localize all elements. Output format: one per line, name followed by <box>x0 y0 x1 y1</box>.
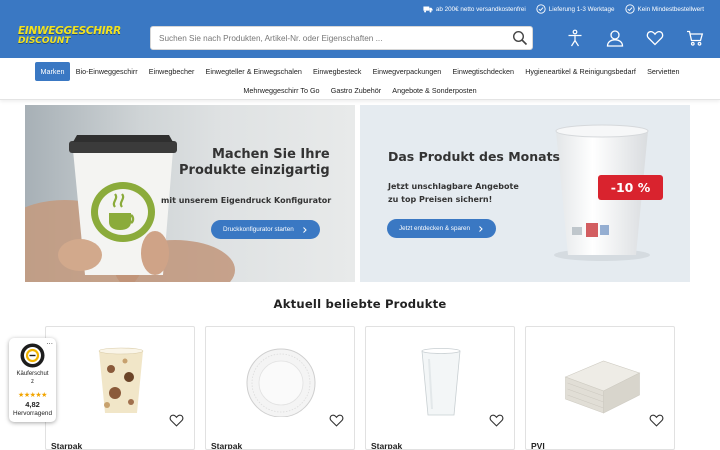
trusted-shops-badge[interactable]: ... Käuferschut z ★★★★★ 4,82 Hervorragen… <box>9 337 56 422</box>
site-logo[interactable]: EINWEGGESCHIRR DISCOUNT <box>18 26 121 48</box>
product-image-napkins <box>564 360 641 414</box>
product-image-plastic-cup <box>421 348 461 416</box>
discover-button[interactable]: Jetzt entdecken & sparen <box>387 219 497 238</box>
discount-badge: -10 % <box>598 175 663 200</box>
nav-item-marken[interactable]: Marken <box>34 62 71 81</box>
trust-seal-icon <box>20 343 45 368</box>
site-header: EINWEGGESCHIRR DISCOUNT ab 200€ netto ve… <box>0 0 720 58</box>
configurator-button[interactable]: Druckkonfigurator starten <box>211 220 320 239</box>
product-card[interactable]: Starpak <box>45 326 195 450</box>
nav-item-einwegteller[interactable]: Einwegteller & Einwegschalen <box>200 62 307 81</box>
nav-item-bio-einweggeschirr[interactable]: Bio-Einweggeschirr <box>70 62 143 81</box>
product-brand: Starpak <box>371 441 403 450</box>
product-card[interactable]: Starpak <box>205 326 355 450</box>
check-circle-icon <box>624 4 635 14</box>
product-brand: PVI <box>531 441 545 450</box>
rating-score: 4,82 <box>25 400 40 409</box>
trust-item-minimum: Kein Mindestbestellwert <box>624 4 704 14</box>
search-box <box>150 26 533 50</box>
section-title: Aktuell beliebte Produkte <box>273 297 447 311</box>
chevron-right-icon <box>479 225 483 232</box>
nav-item-hygieneartikel[interactable]: Hygieneartikel & Reinigungsbedarf <box>520 62 642 81</box>
rating-stars: ★★★★★ <box>18 392 47 399</box>
banner-print-configurator[interactable]: Machen Sie Ihre Produkte einzigartig mit… <box>25 105 355 282</box>
product-card[interactable]: PVI <box>525 326 675 450</box>
product-image-paper-cup <box>98 347 144 413</box>
search-icon[interactable] <box>512 30 528 46</box>
product-card[interactable]: Starpak <box>365 326 515 450</box>
nav-row-secondary: Mehrweggeschirr To Go Gastro Zubehör Ang… <box>0 81 720 100</box>
trust-item-shipping: ab 200€ netto versandkostenfrei <box>423 4 526 14</box>
nav-item-einwegtischdecken[interactable]: Einwegtischdecken <box>447 62 520 81</box>
accessibility-icon[interactable] <box>566 29 584 47</box>
heart-icon[interactable] <box>169 413 184 428</box>
banner-left-headline-1: Machen Sie Ihre <box>212 147 330 162</box>
banner-product-of-month[interactable]: Das Produkt des Monats Jetzt unschlagbar… <box>360 105 690 282</box>
nav-item-einwegbecher[interactable]: Einwegbecher <box>143 62 200 81</box>
trust-item-delivery: Lieferung 1-3 Werktage <box>536 4 615 14</box>
banner-left-headline-2: Produkte einzigartig <box>179 163 330 178</box>
banner-right-headline: Das Produkt des Monats <box>388 149 560 164</box>
badge-label: Käuferschut z <box>16 371 49 385</box>
nav-item-mehrweggeschirr[interactable]: Mehrweggeschirr To Go <box>238 81 325 100</box>
product-brand: Starpak <box>51 441 83 450</box>
heart-icon[interactable] <box>489 413 504 428</box>
chevron-right-icon <box>302 226 307 233</box>
banner-right-sub-2: zu top Preisen sichern! <box>388 195 493 204</box>
search-input[interactable] <box>151 27 501 49</box>
heart-icon[interactable] <box>646 29 664 47</box>
check-circle-icon <box>536 4 546 14</box>
product-brand: Starpak <box>211 441 243 450</box>
nav-row-primary: Marken Bio-Einweggeschirr Einwegbecher E… <box>0 62 720 81</box>
banner-left-subline: mit unserem Eigendruck Konfigurator <box>161 196 332 205</box>
truck-icon <box>423 6 433 13</box>
nav-item-einwegbesteck[interactable]: Einwegbesteck <box>307 62 367 81</box>
main-navigation: Marken Bio-Einweggeschirr Einwegbecher E… <box>0 58 720 100</box>
heart-icon[interactable] <box>329 413 344 428</box>
coffee-cup-hand-illustration <box>25 135 235 282</box>
rating-grade: Hervorragend <box>12 410 53 417</box>
nav-item-gastro-zubehoer[interactable]: Gastro Zubehör <box>325 81 387 100</box>
cart-icon[interactable] <box>686 29 704 47</box>
banner-right-sub-1: Jetzt unschlagbare Angebote <box>388 182 519 191</box>
nav-item-einwegverpackungen[interactable]: Einwegverpackungen <box>367 62 447 81</box>
more-icon[interactable]: ... <box>46 337 53 346</box>
nav-item-angebote[interactable]: Angebote & Sonderposten <box>387 81 483 100</box>
trust-bar: ab 200€ netto versandkostenfrei Lieferun… <box>423 4 704 14</box>
product-image-paper-plate <box>246 348 316 417</box>
nav-item-servietten[interactable]: Servietten <box>641 62 685 81</box>
user-icon[interactable] <box>606 29 624 47</box>
heart-icon[interactable] <box>649 413 664 428</box>
